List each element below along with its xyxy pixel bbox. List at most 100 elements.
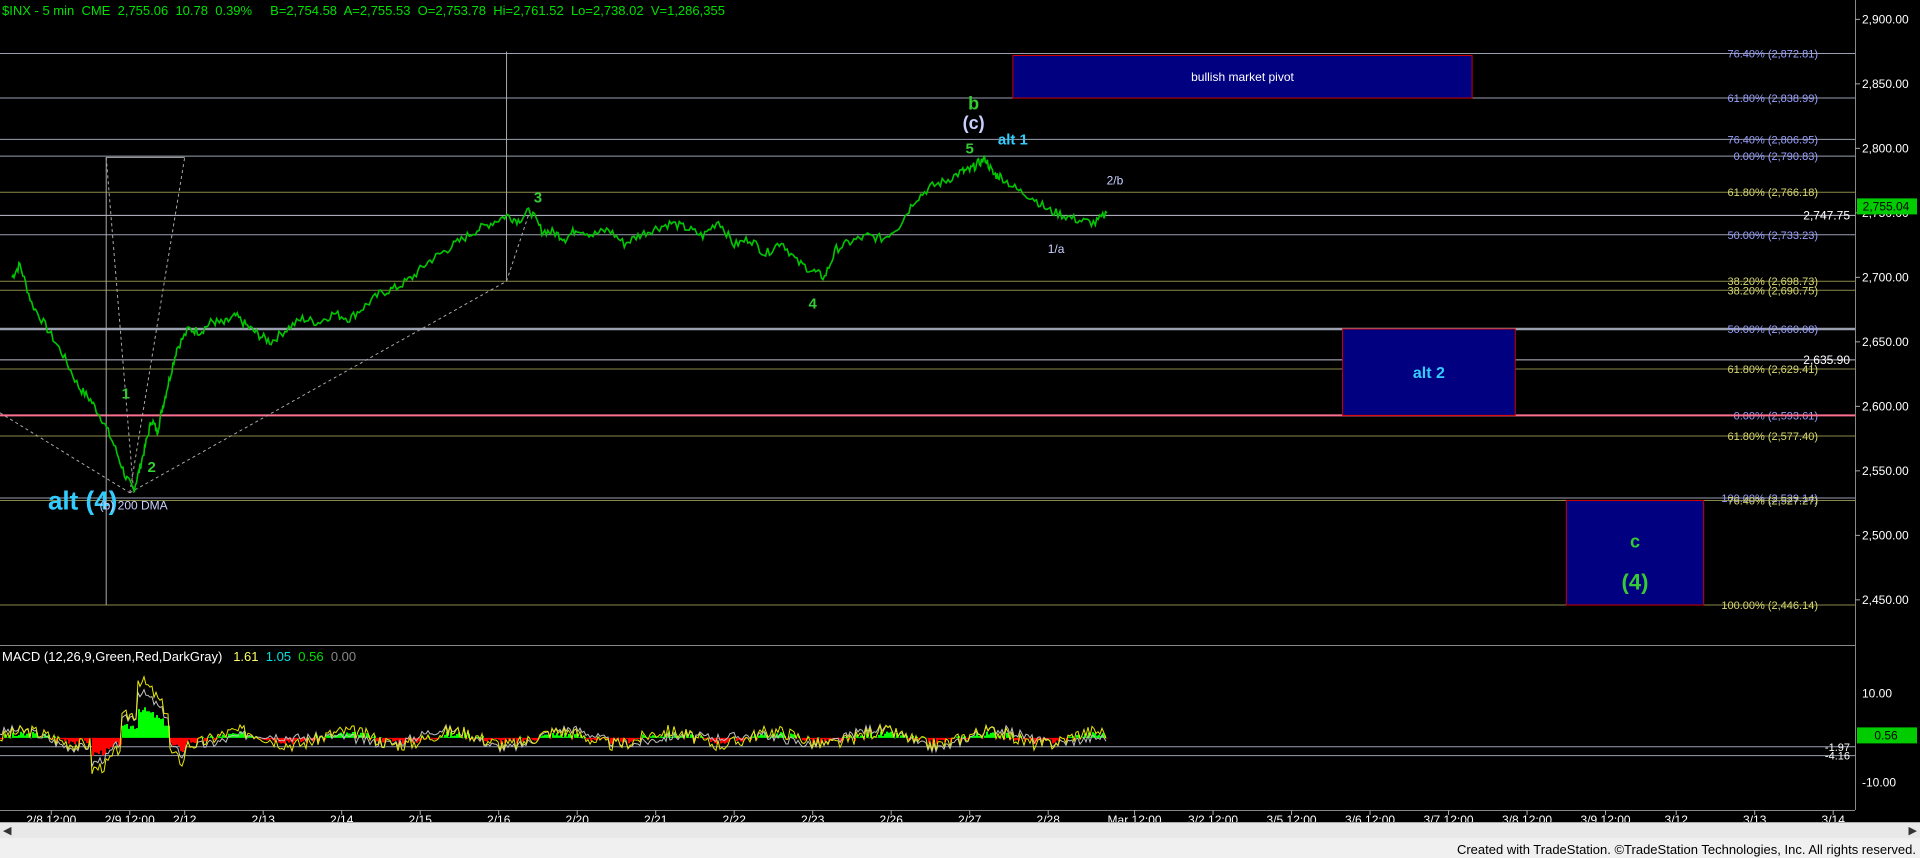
wave-label: 2/b	[1107, 173, 1124, 187]
macd-histogram-bar	[578, 737, 580, 738]
macd-histogram-bar	[566, 736, 568, 738]
macd-histogram-bar	[20, 731, 22, 738]
fan-line	[129, 280, 507, 494]
macd-histogram-bar	[658, 737, 660, 738]
macd-histogram-bar	[16, 736, 18, 738]
macd-histogram-bar	[84, 737, 86, 741]
fib-label: 50.00% (2,660.08)	[1727, 324, 1818, 336]
macd-histogram-bar	[18, 735, 20, 738]
macd-histogram-bar	[510, 737, 512, 739]
macd-histogram-bar	[758, 735, 760, 738]
y-tick-label: 2,500.00	[1862, 528, 1909, 542]
macd-histogram-bar	[104, 737, 106, 755]
wave-label: (c)	[963, 113, 985, 133]
macd-histogram-bar	[382, 737, 384, 743]
macd-histogram-bar	[22, 733, 24, 738]
macd-histogram-bar	[486, 737, 488, 742]
macd-histogram-bar	[156, 715, 158, 738]
macd-histogram-bar	[496, 737, 498, 739]
y-tick-label: 2,800.00	[1862, 141, 1909, 155]
macd-histogram-bar	[898, 737, 900, 738]
macd-histogram-bar	[158, 717, 160, 738]
wave-label: 1	[122, 386, 130, 403]
pct-change: 0.39%	[215, 3, 253, 18]
macd-histogram-bar	[372, 736, 374, 738]
macd-histogram-bar	[1050, 737, 1052, 740]
macd-histogram-bar	[220, 736, 222, 738]
macd-histogram-bar	[592, 737, 594, 740]
macd-histogram-bar	[166, 725, 168, 738]
horizontal-scrollbar[interactable]: ◀ ▶	[0, 822, 1920, 839]
macd-y-tick: 10.00	[1862, 687, 1892, 701]
scroll-right-icon[interactable]: ▶	[1909, 824, 1917, 837]
macd-histogram-bar	[1006, 732, 1008, 738]
macd-histogram-bar	[532, 737, 534, 741]
macd-header: MACD (12,26,9,Green,Red,DarkGray) 1.61 1…	[2, 649, 356, 664]
macd-histogram-bar	[884, 733, 886, 738]
macd-histogram-bar	[106, 737, 108, 749]
macd-histogram-bar	[542, 735, 544, 738]
macd-histogram-bar	[0, 737, 2, 740]
scroll-left-icon[interactable]: ◀	[3, 824, 11, 837]
volume-value: V=1,286,355	[650, 3, 725, 18]
macd-histogram-bar	[164, 725, 166, 738]
macd-histogram-bar	[86, 737, 88, 744]
macd-histogram-bar	[1048, 737, 1050, 739]
macd-histogram-bar	[554, 735, 556, 738]
chart-header: $INX - 5 min CME 2,755.06 10.78 0.39% B=…	[2, 3, 725, 18]
macd-histogram-bar	[558, 735, 560, 738]
macd-histogram-bar	[484, 737, 486, 742]
macd-histogram-bar	[270, 737, 272, 739]
macd-histogram-bar	[66, 737, 68, 740]
bid-value: B=2,754.58	[270, 3, 338, 18]
macd-histogram-bar	[92, 737, 94, 756]
macd-histogram-bar	[986, 731, 988, 738]
macd-histogram-bar	[1026, 737, 1028, 739]
macd-histogram-bar	[60, 737, 62, 740]
macd-histogram-bar	[110, 737, 112, 747]
macd-histogram-bar	[792, 734, 794, 738]
macd-label: MACD (12,26,9,Green,Red,DarkGray)	[2, 649, 223, 664]
fib-label: 0.00% (2,790.83)	[1734, 151, 1818, 163]
macd-histogram-bar	[394, 737, 396, 742]
macd-histogram-bar	[860, 735, 862, 738]
macd-histogram-bar	[1068, 736, 1070, 738]
macd-histogram-bar	[868, 737, 870, 739]
macd-histogram-bar	[610, 737, 612, 744]
macd-histogram-bar	[670, 736, 672, 738]
fan-line	[0, 412, 131, 494]
wave-label: alt 1	[998, 131, 1028, 148]
symbol-label: $INX - 5 min	[2, 3, 75, 18]
macd-histogram-bar	[126, 724, 128, 738]
macd-histogram-bar	[182, 737, 184, 752]
macd-histogram-bar	[814, 737, 816, 739]
macd-histogram-bar	[1054, 737, 1056, 743]
macd-histogram-bar	[642, 734, 644, 738]
macd-histogram-bar	[804, 737, 806, 741]
macd-histogram-bar	[90, 737, 92, 739]
macd-histogram-bar	[502, 737, 504, 740]
macd-histogram-bar	[402, 737, 404, 744]
macd-histogram-bar	[172, 737, 174, 746]
macd-histogram-bar	[506, 737, 508, 739]
y-tick-label: 2,900.00	[1862, 12, 1909, 26]
macd-y-tick: -10.00	[1862, 775, 1896, 789]
macd-histogram-bar	[174, 737, 176, 746]
fan-line	[129, 157, 186, 493]
macd-histogram-bar	[326, 735, 328, 738]
y-tick-label: 2,600.00	[1862, 399, 1909, 413]
y-tick-label: 2,450.00	[1862, 593, 1909, 607]
price-chart[interactable]: 2,900.002,850.002,800.002,750.002,700.00…	[0, 0, 1920, 858]
macd-histogram-bar	[176, 737, 178, 745]
macd-histogram-bar	[656, 737, 658, 739]
macd-right-label: -4.16	[1825, 751, 1850, 763]
macd-histogram-bar	[992, 732, 994, 738]
macd-histogram-bar	[434, 737, 436, 740]
macd-histogram-bar	[638, 737, 640, 739]
macd-histogram-bar	[882, 736, 884, 738]
current-price-tag: 2,755.04	[1863, 199, 1910, 213]
fib-label: 61.80% (2,766.18)	[1727, 187, 1818, 199]
macd-histogram-bar	[388, 737, 390, 739]
macd-histogram-bar	[94, 737, 96, 753]
macd-histogram-bar	[762, 735, 764, 738]
